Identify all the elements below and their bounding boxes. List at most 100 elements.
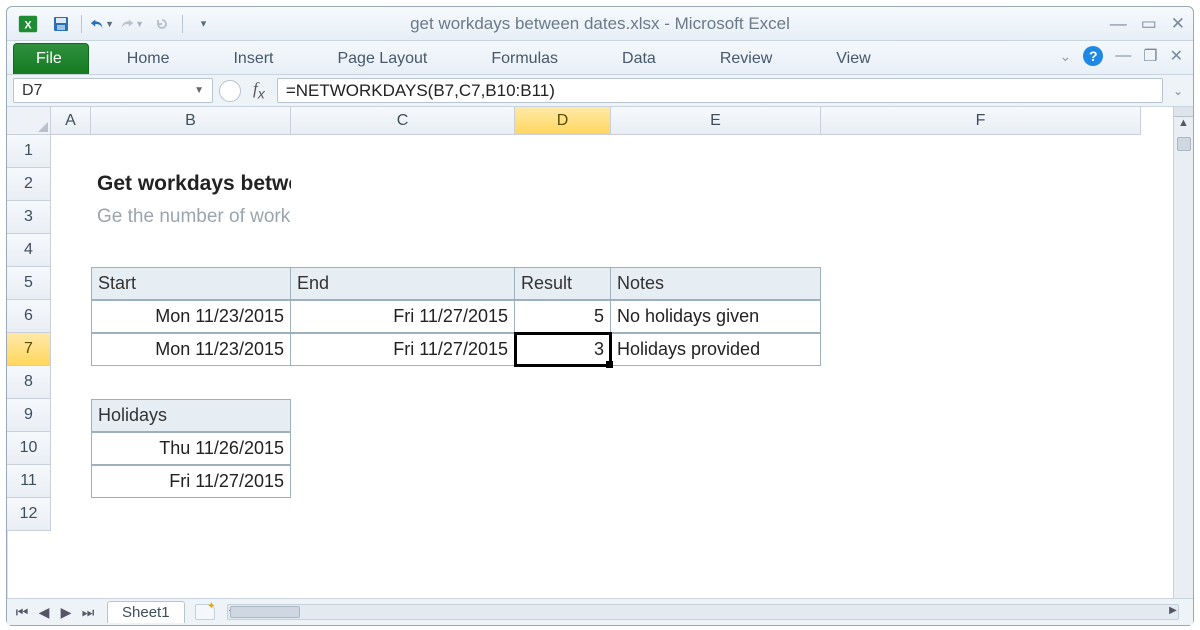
- sheet-tab[interactable]: Sheet1: [107, 601, 185, 623]
- split-box[interactable]: [1174, 107, 1193, 117]
- sheet-nav-next-icon[interactable]: ▶: [57, 604, 75, 621]
- row-header-3[interactable]: 3: [7, 201, 51, 234]
- cell-E6[interactable]: No holidays given: [611, 300, 821, 333]
- cell-F3[interactable]: [821, 201, 1141, 234]
- cell-D4[interactable]: [515, 234, 611, 267]
- redo-button[interactable]: ▼: [120, 13, 144, 35]
- cell-E3[interactable]: [611, 201, 821, 234]
- col-header-A[interactable]: A: [51, 107, 91, 135]
- cell-D3[interactable]: [515, 201, 611, 234]
- tab-insert[interactable]: Insert: [213, 44, 293, 74]
- row-header-11[interactable]: 11: [7, 465, 51, 498]
- cell-A10[interactable]: [51, 432, 91, 465]
- cell-A5[interactable]: [51, 267, 91, 300]
- col-header-B[interactable]: B: [91, 107, 291, 135]
- row-header-5[interactable]: 5: [7, 267, 51, 300]
- ribbon-minimize-icon[interactable]: ⌄: [1060, 48, 1072, 65]
- cell-C3[interactable]: [291, 201, 515, 234]
- cell-C6[interactable]: Fri 11/27/2015: [291, 300, 515, 333]
- hscroll-thumb[interactable]: [230, 606, 300, 618]
- row-header-9[interactable]: 9: [7, 399, 51, 432]
- cell-B9[interactable]: Holidays: [91, 399, 291, 432]
- cell-D10[interactable]: [515, 432, 611, 465]
- cell-D6[interactable]: 5: [515, 300, 611, 333]
- tab-formulas[interactable]: Formulas: [471, 44, 578, 74]
- cell-C12[interactable]: [291, 498, 515, 531]
- cell-D9[interactable]: [515, 399, 611, 432]
- cell-F6[interactable]: [821, 300, 1141, 333]
- col-header-D[interactable]: D: [515, 107, 611, 135]
- cell-A6[interactable]: [51, 300, 91, 333]
- cell-E10[interactable]: [611, 432, 821, 465]
- cell-E12[interactable]: [611, 498, 821, 531]
- cell-A11[interactable]: [51, 465, 91, 498]
- select-all-corner[interactable]: [7, 107, 51, 135]
- cell-D8[interactable]: [515, 366, 611, 399]
- cell-F7[interactable]: [821, 333, 1141, 366]
- formula-expand-icon[interactable]: ⌄: [1169, 84, 1187, 98]
- file-tab[interactable]: File: [13, 43, 89, 74]
- cell-A7[interactable]: [51, 333, 91, 366]
- qat-customize-button[interactable]: ▾: [191, 13, 215, 35]
- tab-review[interactable]: Review: [700, 44, 792, 74]
- fx-icon[interactable]: fx: [247, 79, 271, 102]
- name-box[interactable]: D7 ▼: [13, 78, 213, 103]
- col-header-F[interactable]: F: [821, 107, 1141, 135]
- cell-E8[interactable]: [611, 366, 821, 399]
- new-sheet-button[interactable]: [195, 604, 215, 620]
- cell-C5[interactable]: End: [291, 267, 515, 300]
- cell-A12[interactable]: [51, 498, 91, 531]
- cell-E4[interactable]: [611, 234, 821, 267]
- cell-F11[interactable]: [821, 465, 1141, 498]
- cell-C8[interactable]: [291, 366, 515, 399]
- cell-D12[interactable]: [515, 498, 611, 531]
- cell-B6[interactable]: Mon 11/23/2015: [91, 300, 291, 333]
- maximize-button[interactable]: ▭: [1141, 14, 1157, 34]
- cell-A3[interactable]: [51, 201, 91, 234]
- row-header-2[interactable]: 2: [7, 168, 51, 201]
- cell-F8[interactable]: [821, 366, 1141, 399]
- sheet-nav-first-icon[interactable]: ⏮: [13, 604, 31, 621]
- cell-B2[interactable]: Get workdays between dates: [91, 168, 291, 201]
- cell-E7[interactable]: Holidays provided: [611, 333, 821, 366]
- cell-A2[interactable]: [51, 168, 91, 201]
- col-header-E[interactable]: E: [611, 107, 821, 135]
- cell-A8[interactable]: [51, 366, 91, 399]
- horizontal-scrollbar[interactable]: ◀ ▶: [227, 604, 1179, 620]
- cell-F9[interactable]: [821, 399, 1141, 432]
- col-header-C[interactable]: C: [291, 107, 515, 135]
- cell-D2[interactable]: [515, 168, 611, 201]
- cell-A9[interactable]: [51, 399, 91, 432]
- cell-C9[interactable]: [291, 399, 515, 432]
- cell-B7[interactable]: Mon 11/23/2015: [91, 333, 291, 366]
- fill-handle[interactable]: [606, 361, 613, 368]
- cell-E11[interactable]: [611, 465, 821, 498]
- cell-F4[interactable]: [821, 234, 1141, 267]
- cell-E5[interactable]: Notes: [611, 267, 821, 300]
- cell-D7[interactable]: 3: [515, 333, 611, 366]
- tab-home[interactable]: Home: [107, 44, 190, 74]
- window-restore-inner[interactable]: ❐: [1143, 46, 1157, 66]
- scroll-right-icon[interactable]: ▶: [1166, 605, 1180, 616]
- cell-D1[interactable]: [515, 135, 611, 168]
- scroll-up-icon[interactable]: ▲: [1178, 117, 1189, 135]
- cell-F1[interactable]: [821, 135, 1141, 168]
- cell-B3[interactable]: Ge the number of workdays between two da…: [91, 201, 291, 234]
- cell-B5[interactable]: Start: [91, 267, 291, 300]
- row-header-8[interactable]: 8: [7, 366, 51, 399]
- cell-E9[interactable]: [611, 399, 821, 432]
- cell-D11[interactable]: [515, 465, 611, 498]
- minimize-button[interactable]: ―: [1110, 14, 1127, 34]
- tab-data[interactable]: Data: [602, 44, 676, 74]
- cell-F2[interactable]: [821, 168, 1141, 201]
- cancel-entry-icon[interactable]: [219, 80, 241, 102]
- cell-F12[interactable]: [821, 498, 1141, 531]
- cell-C10[interactable]: [291, 432, 515, 465]
- cell-A1[interactable]: [51, 135, 91, 168]
- row-header-4[interactable]: 4: [7, 234, 51, 267]
- name-box-dropdown-icon[interactable]: ▼: [194, 85, 204, 96]
- undo-button[interactable]: ▼: [90, 13, 114, 35]
- vscroll-thumb[interactable]: [1177, 137, 1191, 151]
- cell-A4[interactable]: [51, 234, 91, 267]
- redo-alt-button[interactable]: [150, 13, 174, 35]
